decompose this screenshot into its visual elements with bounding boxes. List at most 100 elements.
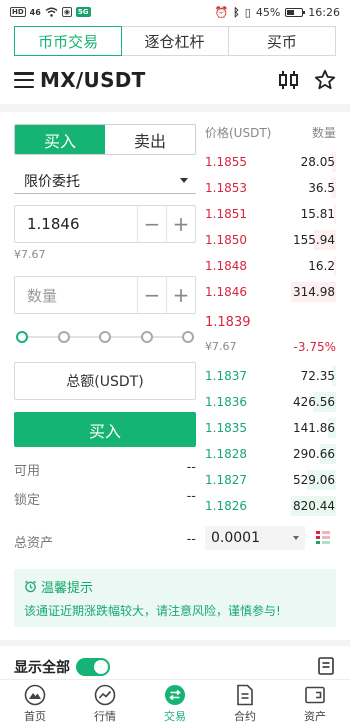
bid-amount: 72.35	[300, 369, 335, 383]
contract-icon	[237, 684, 253, 705]
tab-margin[interactable]: 逐仓杠杆	[121, 27, 229, 55]
notice-title-row: 温馨提示	[24, 577, 326, 596]
ask-price: 1.1848	[205, 259, 247, 273]
nav-home[interactable]: 首页	[0, 680, 70, 727]
buy-submit-button[interactable]: 买入	[14, 412, 196, 447]
bottom-nav: 首页 行情 交易 合约 资产	[0, 679, 350, 727]
price-decrease-button[interactable]: −	[138, 206, 166, 242]
hd-indicator: HD	[10, 7, 26, 17]
candlestick-icon[interactable]	[278, 70, 300, 90]
star-icon[interactable]	[314, 69, 336, 91]
trade-mode-tabs: 币币交易 逐仓杠杆 买币	[14, 26, 336, 56]
quantity-input[interactable]: 数量	[15, 285, 137, 306]
bid-price: 1.1836	[205, 395, 247, 409]
notice-text: 该通证近期涨跌幅较大，请注意风险，谨慎参与!	[24, 604, 281, 618]
ask-amount: 15.81	[300, 207, 335, 221]
nav-trade[interactable]: 交易	[140, 680, 210, 727]
show-all-toggle[interactable]	[76, 658, 110, 676]
show-all-label: 显示全部	[14, 660, 70, 676]
bid-row[interactable]: 1.1826 820.44	[205, 494, 336, 518]
order-history-icon[interactable]	[318, 657, 334, 675]
order-book-mode-icon[interactable]	[316, 530, 330, 546]
last-price[interactable]: 1.1839	[205, 315, 251, 330]
slider-dot-100[interactable]	[182, 331, 194, 343]
ask-row[interactable]: 1.1846 314.98	[205, 280, 336, 304]
price-field: 1.1846 − +	[14, 205, 196, 243]
bid-price: 1.1828	[205, 447, 247, 461]
alarm-icon: ⏰	[214, 5, 229, 19]
ask-row[interactable]: 1.1855 28.05	[205, 150, 336, 174]
ask-price: 1.1851	[205, 207, 247, 221]
bid-amount: 426.56	[293, 395, 335, 409]
slider-dot-0[interactable]	[16, 331, 28, 343]
notification-icon: ◉	[61, 7, 72, 17]
ask-amount: 155.94	[293, 233, 335, 247]
home-icon	[24, 684, 46, 705]
last-price-fiat: ¥7.67	[205, 340, 237, 353]
signal-indicator: 46	[29, 7, 41, 17]
bid-row[interactable]: 1.1827 529.06	[205, 468, 336, 492]
pair-title[interactable]: MX/USDT	[40, 68, 146, 92]
buy-tab[interactable]: 买入	[15, 125, 105, 154]
bid-price: 1.1827	[205, 473, 247, 487]
available-label: 可用	[14, 464, 41, 479]
order-type-select[interactable]: 限价委托	[14, 168, 196, 194]
status-right: ⏰ ᛒ ▯ 45% 16:26	[214, 6, 340, 19]
slider-dot-25[interactable]	[57, 331, 70, 343]
status-left: HD 46 ◉ 5G	[10, 7, 91, 17]
bid-row[interactable]: 1.1837 72.35	[205, 364, 336, 388]
quantity-increase-button[interactable]: +	[167, 277, 195, 313]
bid-price: 1.1835	[205, 421, 247, 435]
percent-slider[interactable]	[16, 330, 194, 344]
quantity-column-header: 数量	[311, 126, 336, 140]
bluetooth-icon: ᛒ	[233, 5, 240, 19]
price-fiat-estimate: ¥7.67	[14, 248, 46, 261]
ask-row[interactable]: 1.1850 155.94	[205, 228, 336, 252]
bid-row[interactable]: 1.1835 141.86	[205, 416, 336, 440]
section-divider	[0, 104, 350, 112]
wifi-icon	[45, 7, 58, 17]
price-input[interactable]: 1.1846	[15, 215, 137, 233]
nav-market-label: 行情	[94, 709, 116, 723]
network-chip: 5G	[75, 7, 91, 17]
market-icon	[94, 684, 116, 705]
menu-icon[interactable]	[14, 72, 34, 88]
wallet-icon	[305, 686, 325, 703]
ask-amount: 16.2	[308, 259, 335, 273]
bid-amount: 141.86	[293, 421, 335, 435]
nav-market[interactable]: 行情	[70, 680, 140, 727]
ask-row[interactable]: 1.1848 16.2	[205, 254, 336, 278]
frozen-label: 锁定	[14, 493, 41, 508]
quantity-decrease-button[interactable]: −	[138, 277, 166, 313]
tab-spot[interactable]: 币币交易	[14, 26, 123, 56]
ask-amount: 314.98	[293, 285, 335, 299]
order-book-header: 价格(USDT) 数量	[205, 124, 336, 141]
total-assets-row: 总资产 --	[14, 532, 196, 551]
nav-assets[interactable]: 资产	[280, 680, 350, 727]
total-assets-value: --	[186, 532, 196, 547]
nav-contract[interactable]: 合约	[210, 680, 280, 727]
slider-dot-75[interactable]	[140, 331, 153, 343]
depth-precision-value: 0.0001	[211, 530, 260, 546]
depth-precision-select[interactable]: 0.0001	[205, 526, 305, 550]
ask-row[interactable]: 1.1853 36.5	[205, 176, 336, 200]
price-column-header: 价格(USDT)	[205, 126, 272, 140]
total-input[interactable]: 总额(USDT)	[14, 362, 196, 400]
bid-row[interactable]: 1.1836 426.56	[205, 390, 336, 414]
available-row: 可用 --	[14, 460, 196, 479]
nav-assets-label: 资产	[304, 709, 326, 723]
ask-price: 1.1846	[205, 285, 247, 299]
caret-down-icon	[180, 178, 188, 183]
bid-row[interactable]: 1.1828 290.66	[205, 442, 336, 466]
sell-tab[interactable]: 卖出	[105, 125, 195, 154]
price-change: -3.75%	[293, 340, 336, 354]
battery-percent: 45%	[255, 5, 281, 19]
slider-dot-50[interactable]	[99, 331, 111, 343]
ask-row[interactable]: 1.1851 15.81	[205, 202, 336, 226]
bid-amount: 820.44	[293, 499, 335, 513]
status-bar: HD 46 ◉ 5G ⏰ ᛒ ▯ 45% 16:26	[0, 0, 350, 24]
notice-title: 温馨提示	[41, 581, 94, 596]
tab-buy-crypto[interactable]: 买币	[229, 27, 335, 55]
vibrate-icon: ▯	[244, 5, 251, 19]
price-increase-button[interactable]: +	[167, 206, 195, 242]
